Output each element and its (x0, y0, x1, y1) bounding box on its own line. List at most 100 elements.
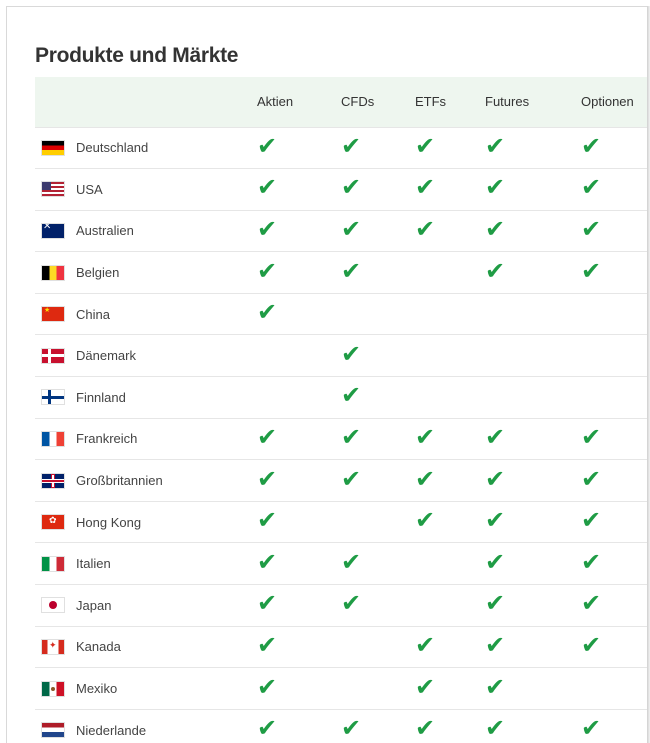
checkmark-icon: ✔ (341, 423, 362, 451)
availability-cell: ✔ (257, 127, 341, 169)
flag-icon (42, 348, 64, 363)
availability-cell: ✔ (581, 418, 647, 460)
header-optionen: Optionen (581, 94, 634, 110)
availability-cell: ✔ (581, 169, 647, 211)
country-name: China (76, 306, 110, 322)
checkmark-icon: ✔ (415, 507, 436, 535)
availability-cell: ✔ (257, 169, 341, 211)
checkmark-icon: ✔ (485, 673, 506, 701)
checkmark-icon: ✔ (415, 423, 436, 451)
country-name: Italien (76, 556, 111, 572)
availability-cell (415, 377, 485, 419)
country-name: Japan (76, 597, 112, 613)
flag-icon (42, 515, 64, 530)
availability-cell (581, 377, 647, 419)
flag-icon (42, 390, 64, 405)
availability-cell: ✔ (257, 709, 341, 743)
checkmark-icon: ✔ (485, 215, 506, 243)
checkmark-icon: ✔ (257, 631, 278, 659)
table-row: Frankreich ✔ ✔ ✔ ✔ ✔ (35, 418, 647, 460)
availability-cell: ✔ (581, 252, 647, 294)
table-row: Dänemark ✔ (35, 334, 647, 377)
checkmark-icon: ✔ (485, 174, 506, 202)
flag-icon (42, 431, 64, 446)
checkmark-icon: ✔ (485, 423, 506, 451)
availability-cell: ✔ (257, 668, 341, 710)
availability-cell (581, 293, 647, 335)
country: Hong Kong (35, 515, 257, 530)
country-cell: Großbritannien (35, 460, 257, 502)
availability-cell: ✔ (257, 460, 341, 502)
availability-cell: ✔ (341, 585, 415, 627)
header-futures: Futures (485, 94, 530, 110)
header-aktien: Aktien (257, 94, 294, 110)
availability-cell (581, 668, 647, 710)
checkmark-icon: ✔ (581, 257, 602, 285)
availability-cell (257, 377, 341, 419)
checkmark-icon: ✔ (581, 590, 602, 618)
country-name: Niederlande (76, 722, 147, 738)
availability-cell: ✔ (257, 543, 341, 585)
checkmark-icon: ✔ (485, 132, 506, 160)
checkmark-icon: ✔ (257, 132, 278, 160)
availability-cell: ✔ (257, 252, 341, 294)
country-name: Hong Kong (76, 514, 142, 530)
availability-cell: ✔ (341, 127, 415, 169)
availability-cell: ✔ (581, 460, 647, 502)
checkmark-icon: ✔ (341, 174, 362, 202)
checkmark-icon: ✔ (257, 715, 278, 743)
country-name: Mexiko (76, 681, 118, 697)
flag-icon (42, 681, 64, 696)
flag-icon (42, 223, 64, 238)
checkmark-icon: ✔ (341, 340, 362, 368)
country: Mexiko (35, 681, 257, 696)
availability-cell: ✔ (257, 293, 341, 335)
page-title: Produkte und Märkte (35, 44, 239, 67)
country-name: Deutschland (76, 140, 149, 156)
checkmark-icon: ✔ (415, 673, 436, 701)
checkmark-icon: ✔ (581, 215, 602, 243)
country: Frankreich (35, 431, 257, 446)
availability-cell (485, 293, 581, 335)
flag-icon (42, 556, 64, 571)
availability-cell: ✔ (485, 418, 581, 460)
availability-cell: ✔ (415, 169, 485, 211)
availability-cell (415, 335, 485, 377)
country-name: Frankreich (76, 431, 138, 447)
country-cell: Belgien (35, 252, 257, 294)
availability-cell: ✔ (581, 543, 647, 585)
availability-cell: ✔ (341, 210, 415, 252)
checkmark-icon: ✔ (485, 631, 506, 659)
availability-cell: ✔ (485, 210, 581, 252)
checkmark-icon: ✔ (341, 132, 362, 160)
flag-icon (42, 182, 64, 197)
availability-cell: ✔ (341, 543, 415, 585)
checkmark-icon: ✔ (485, 257, 506, 285)
checkmark-icon: ✔ (415, 215, 436, 243)
availability-cell: ✔ (257, 626, 341, 668)
availability-cell (581, 335, 647, 377)
flag-icon (42, 473, 64, 488)
checkmark-icon: ✔ (257, 257, 278, 285)
markets-table: Aktien CFDs ETFs Futures Optionen Deutsc… (35, 77, 647, 743)
checkmark-icon: ✔ (581, 132, 602, 160)
availability-cell: ✔ (485, 169, 581, 211)
table-row: Finnland ✔ (35, 376, 647, 419)
availability-cell: ✔ (341, 252, 415, 294)
country-name: Kanada (76, 639, 121, 655)
flag-icon (42, 307, 64, 322)
checkmark-icon: ✔ (341, 590, 362, 618)
table-row: Niederlande ✔ ✔ ✔ ✔ ✔ (35, 709, 647, 743)
availability-cell: ✔ (485, 626, 581, 668)
table-header-row: Aktien CFDs ETFs Futures Optionen (35, 77, 647, 127)
checkmark-icon: ✔ (257, 215, 278, 243)
checkmark-icon: ✔ (257, 590, 278, 618)
checkmark-icon: ✔ (581, 174, 602, 202)
availability-cell: ✔ (341, 377, 415, 419)
table-row: Deutschland ✔ ✔ ✔ ✔ ✔ (35, 127, 647, 169)
country-name: Großbritannien (76, 473, 163, 489)
country: Belgien (35, 265, 257, 280)
country-cell: Hong Kong (35, 501, 257, 543)
checkmark-icon: ✔ (485, 590, 506, 618)
country: Niederlande (35, 723, 257, 738)
